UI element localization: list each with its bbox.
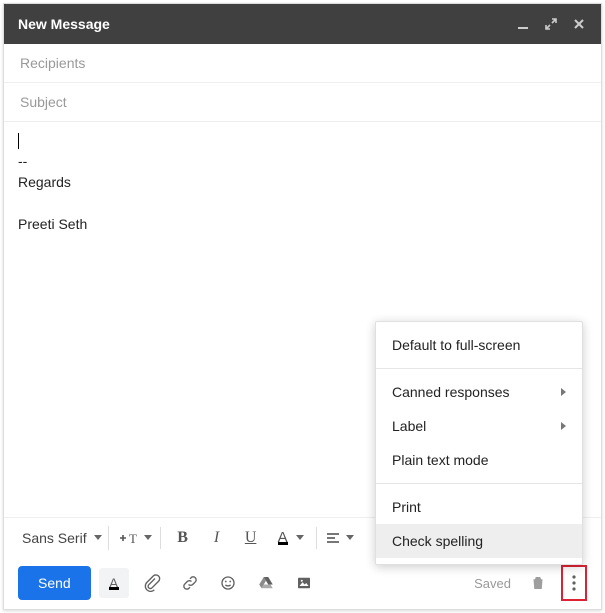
menu-canned-responses[interactable]: Canned responses <box>376 375 582 409</box>
titlebar: New Message <box>4 4 601 44</box>
fullscreen-icon[interactable] <box>539 12 563 36</box>
align-button[interactable] <box>325 524 354 552</box>
signature-divider: -- <box>18 153 27 169</box>
more-options-button[interactable] <box>564 568 584 598</box>
formatting-options-button[interactable]: A <box>99 568 129 598</box>
menu-label[interactable]: Label <box>376 409 582 443</box>
text-cursor <box>18 133 19 149</box>
toolbar-separator <box>316 527 317 549</box>
font-family-select[interactable]: Sans Serif <box>16 526 109 550</box>
font-name-label: Sans Serif <box>22 530 87 546</box>
recipients-row[interactable] <box>4 44 601 83</box>
chevron-down-icon <box>346 535 354 540</box>
font-size-button[interactable]: T <box>119 524 152 552</box>
recipients-input[interactable] <box>18 54 587 72</box>
attach-file-icon[interactable] <box>137 568 167 598</box>
insert-link-icon[interactable] <box>175 568 205 598</box>
chevron-down-icon <box>296 535 304 540</box>
menu-item-label: Plain text mode <box>392 452 489 468</box>
insert-drive-icon[interactable] <box>251 568 281 598</box>
more-options-menu: Default to full-screen Canned responses … <box>375 321 583 565</box>
menu-plain-text[interactable]: Plain text mode <box>376 443 582 477</box>
menu-separator <box>376 368 582 369</box>
insert-emoji-icon[interactable] <box>213 568 243 598</box>
close-icon[interactable] <box>567 12 591 36</box>
send-button[interactable]: Send <box>18 566 91 600</box>
minimize-icon[interactable] <box>511 12 535 36</box>
discard-draft-icon[interactable] <box>523 568 553 598</box>
window-title: New Message <box>18 16 507 32</box>
signature-line-2: Preeti Seth <box>18 216 87 232</box>
signature-line-1: Regards <box>18 174 71 190</box>
insert-photo-icon[interactable] <box>289 568 319 598</box>
subject-row[interactable] <box>4 83 601 122</box>
chevron-right-icon <box>561 422 566 430</box>
text-color-button[interactable]: A <box>271 524 308 552</box>
more-options-highlight <box>561 565 587 601</box>
menu-check-spelling[interactable]: Check spelling <box>376 524 582 558</box>
chevron-right-icon <box>561 388 566 396</box>
bold-button[interactable]: B <box>169 524 197 552</box>
underline-button[interactable]: U <box>237 524 265 552</box>
italic-button[interactable]: I <box>203 524 231 552</box>
menu-item-label: Print <box>392 499 421 515</box>
menu-print[interactable]: Print <box>376 490 582 524</box>
subject-input[interactable] <box>18 93 587 111</box>
menu-item-label: Default to full-screen <box>392 337 520 353</box>
menu-item-label: Canned responses <box>392 384 510 400</box>
saved-status: Saved <box>474 576 511 591</box>
chevron-down-icon <box>144 535 152 540</box>
chevron-down-icon <box>94 535 102 540</box>
menu-default-fullscreen[interactable]: Default to full-screen <box>376 328 582 362</box>
toolbar-separator <box>160 527 161 549</box>
svg-text:T: T <box>129 531 137 546</box>
menu-item-label: Label <box>392 418 426 434</box>
menu-item-label: Check spelling <box>392 533 483 549</box>
compose-window: New Message -- Regards Preeti Seth Sans … <box>3 3 602 610</box>
menu-separator <box>376 483 582 484</box>
